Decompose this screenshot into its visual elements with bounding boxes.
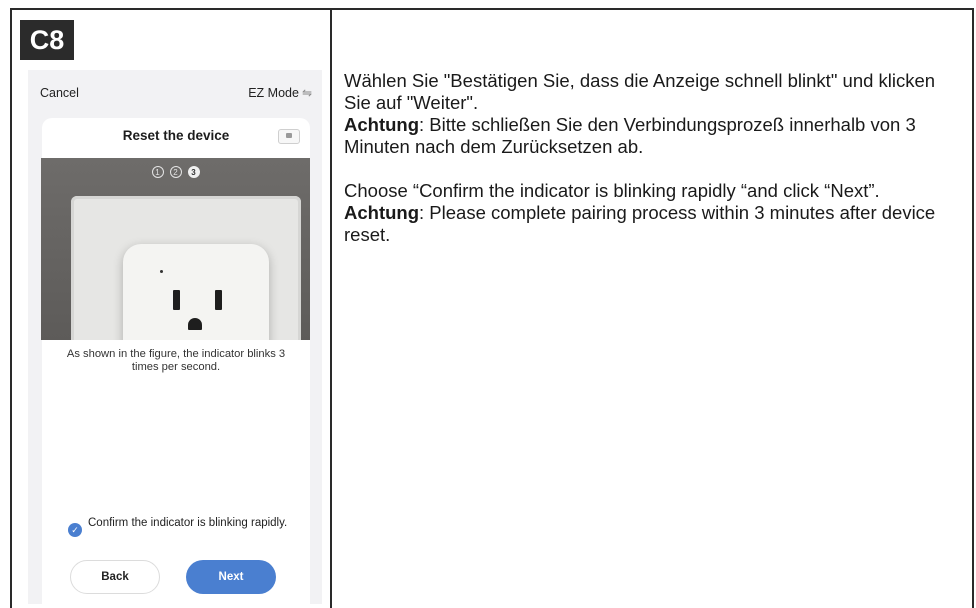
reset-card: Reset the device 1 2 3 As shown in the f… <box>41 118 310 604</box>
de-instruction: Wählen Sie "Bestätigen Sie, dass die Anz… <box>344 70 936 113</box>
next-button[interactable]: Next <box>186 560 276 594</box>
card-title: Reset the device <box>122 128 230 143</box>
top-bar: Cancel EZ Mode ⇋ <box>28 84 322 104</box>
de-warning-text: : Bitte schließen Sie den Verbindungspro… <box>344 114 916 157</box>
outlet-slot-right <box>215 290 222 310</box>
en-instruction: Choose “Confirm the indicator is blinkin… <box>344 180 880 201</box>
step-badge: C8 <box>20 20 74 60</box>
step-indicator: 1 2 3 <box>41 166 310 178</box>
indicator-led <box>160 270 163 273</box>
en-warning-text: : Please complete pairing process within… <box>344 202 936 245</box>
cancel-link[interactable]: Cancel <box>40 86 79 100</box>
de-warning: Achtung: Bitte schließen Sie den Verbind… <box>344 114 964 158</box>
ez-mode-switch[interactable]: EZ Mode ⇋ <box>248 86 312 100</box>
smart-plug <box>123 244 269 340</box>
swap-arrows-icon: ⇋ <box>301 86 312 100</box>
column-divider <box>330 8 332 608</box>
confirm-label: Confirm the indicator is blinking rapidl… <box>88 517 288 529</box>
step-3-dot: 3 <box>187 166 200 178</box>
de-warning-label: Achtung <box>344 114 420 135</box>
back-button[interactable]: Back <box>70 560 160 594</box>
outlet-slot-left <box>173 290 180 310</box>
step-1-dot: 1 <box>151 166 164 178</box>
phone-screenshot: Cancel EZ Mode ⇋ Reset the device 1 2 3 <box>28 70 322 604</box>
video-icon[interactable] <box>278 129 300 144</box>
wall-plate <box>71 196 301 340</box>
step-2-dot: 2 <box>169 166 182 178</box>
en-warning-label: Achtung <box>344 202 420 223</box>
hint-text: As shown in the figure, the indicator bl… <box>66 348 286 373</box>
outlet-ground-hole <box>188 318 202 330</box>
en-warning: Achtung: Please complete pairing process… <box>344 202 964 246</box>
confirm-checkbox[interactable]: ✓ Confirm the indicator is blinking rapi… <box>68 517 293 537</box>
mode-label: EZ Mode <box>248 86 299 100</box>
device-photo: 1 2 3 <box>41 158 310 340</box>
instructions: Wählen Sie "Bestätigen Sie, dass die Anz… <box>344 70 964 246</box>
check-icon: ✓ <box>68 523 82 537</box>
